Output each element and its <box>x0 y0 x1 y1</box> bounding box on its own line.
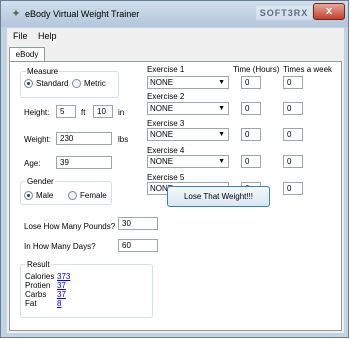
title-bar[interactable]: ✦ eBody Virtual Weight Trainer SOFT3RX x <box>1 1 348 27</box>
chevron-down-icon[interactable]: ▼ <box>218 77 225 88</box>
metric-radio[interactable] <box>72 79 81 88</box>
weight-unit-label: lbs <box>118 135 129 144</box>
exercise-select[interactable]: NONE ▼ <box>147 76 229 89</box>
window-title: eBody Virtual Weight Trainer <box>25 9 140 19</box>
carbs-value-link[interactable]: 37 <box>57 290 66 299</box>
time-hours-field[interactable]: 0 <box>241 155 261 168</box>
time-hours-field[interactable]: 0 <box>241 76 261 89</box>
age-label: Age: <box>24 159 41 168</box>
times-week-field[interactable]: 0 <box>283 182 303 195</box>
height-feet-field[interactable]: 5 <box>56 105 76 118</box>
female-label[interactable]: Female <box>80 191 107 200</box>
feet-unit-label: ft <box>81 108 86 117</box>
times-week-field[interactable]: 0 <box>283 102 303 115</box>
watermark-logo: SOFT3RX <box>256 6 312 20</box>
chevron-down-icon[interactable]: ▼ <box>218 129 225 140</box>
height-inches-field[interactable]: 10 <box>93 105 113 118</box>
time-hours-field[interactable]: 0 <box>241 102 261 115</box>
lose-pounds-field[interactable]: 30 <box>118 217 158 230</box>
exercise-select-value: NONE <box>150 157 174 166</box>
exercise-label: Exercise 3 <box>147 119 185 128</box>
exercise-select-value: NONE <box>150 130 174 139</box>
chevron-down-icon[interactable]: ▼ <box>218 156 225 167</box>
protein-value-link[interactable]: 37 <box>57 281 66 290</box>
female-radio[interactable] <box>68 191 77 200</box>
calories-value-link[interactable]: 373 <box>57 272 70 281</box>
chevron-down-icon[interactable]: ▼ <box>218 103 225 114</box>
height-label: Height: <box>24 108 50 117</box>
time-hours-field[interactable]: 0 <box>241 128 261 141</box>
inches-unit-label: in <box>118 108 125 117</box>
days-label: In How Many Days? <box>24 242 96 251</box>
exercise-select-value: NONE <box>150 78 174 87</box>
measure-group-title: Measure <box>26 67 60 76</box>
exercise-select[interactable]: NONE ▼ <box>147 128 229 141</box>
lose-weight-button[interactable]: Lose That Weight!!! <box>167 186 270 207</box>
male-label[interactable]: Male <box>36 191 53 200</box>
time-hours-header: Time (Hours) <box>233 65 280 74</box>
times-week-field[interactable]: 0 <box>283 155 303 168</box>
exercise-label: Exercise 1 <box>147 65 185 74</box>
fat-label: Fat <box>25 299 37 308</box>
menu-bar: File Help <box>7 28 344 46</box>
age-field[interactable]: 39 <box>56 156 112 169</box>
male-radio[interactable] <box>24 191 33 200</box>
tab-ebody[interactable]: eBody <box>9 47 45 62</box>
exercise-select-value: NONE <box>150 104 174 113</box>
weight-label: Weight: <box>24 135 51 144</box>
menu-help[interactable]: Help <box>38 31 57 41</box>
fat-value-link[interactable]: 8 <box>57 299 61 308</box>
exercise-label: Exercise 2 <box>147 92 185 101</box>
standard-radio[interactable] <box>24 79 33 88</box>
calories-label: Calories <box>25 272 55 281</box>
times-week-field[interactable]: 0 <box>283 76 303 89</box>
exercise-label: Exercise 5 <box>147 173 185 182</box>
lose-pounds-label: Lose How Many Pounds? <box>24 222 116 231</box>
metric-label[interactable]: Metric <box>84 79 106 88</box>
protein-label: Protien <box>25 281 51 290</box>
standard-label[interactable]: Standard <box>36 79 68 88</box>
days-field[interactable]: 60 <box>118 239 158 252</box>
close-button[interactable]: x <box>313 3 345 20</box>
weight-field[interactable]: 230 <box>56 132 112 145</box>
app-icon: ✦ <box>11 8 21 20</box>
menu-file[interactable]: File <box>13 31 28 41</box>
result-group-title: Result <box>26 260 51 269</box>
app-window: ✦ eBody Virtual Weight Trainer SOFT3RX x… <box>0 0 349 338</box>
exercise-select[interactable]: NONE ▼ <box>147 102 229 115</box>
times-week-field[interactable]: 0 <box>283 128 303 141</box>
times-week-header: Times a week <box>283 65 333 74</box>
exercise-label: Exercise 4 <box>147 146 185 155</box>
carbs-label: Carbs <box>25 290 47 299</box>
exercise-select[interactable]: NONE ▼ <box>147 155 229 168</box>
gender-group-title: Gender <box>26 177 55 186</box>
